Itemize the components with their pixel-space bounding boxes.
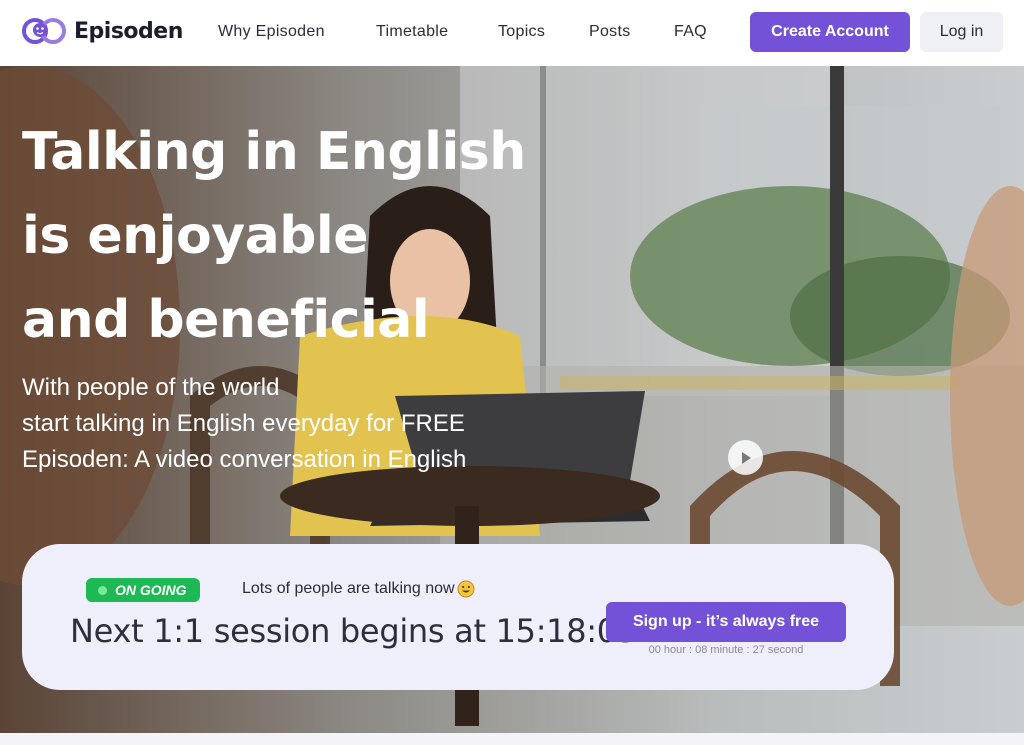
next-session-card: ON GOING Lots of people are talking now … — [22, 544, 894, 690]
nav-timetable[interactable]: Timetable — [376, 23, 448, 41]
status-badge: ON GOING — [86, 578, 200, 602]
smiling-face-icon — [457, 580, 475, 598]
hero-subtitle: With people of the world start talking i… — [22, 370, 466, 478]
brand-name: Episoden — [74, 18, 183, 44]
status-badge-label: ON GOING — [115, 582, 187, 598]
play-icon — [741, 451, 751, 464]
live-dot-icon — [98, 585, 107, 595]
hero-subtitle-line-3: Episoden: A video conversation in Englis… — [22, 446, 467, 473]
talking-now-text: Lots of people are talking now — [242, 580, 475, 598]
nav-faq[interactable]: FAQ — [674, 23, 707, 41]
hero-title-line-2: is enjoyable — [22, 206, 369, 266]
video-play-button[interactable] — [728, 440, 763, 475]
brand-logo[interactable]: Episoden — [22, 14, 183, 48]
page-bottom-strip — [0, 733, 1024, 745]
hero-title: Talking in English is enjoyable and bene… — [22, 110, 526, 362]
episoden-logo-icon — [22, 18, 66, 44]
next-session-time: Next 1:1 session begins at 15:18:05 — [70, 612, 637, 650]
hero-subtitle-line-1: With people of the world — [22, 374, 280, 401]
hero-subtitle-line-2: start talking in English everyday for FR… — [22, 410, 465, 437]
nav-posts[interactable]: Posts — [589, 23, 631, 41]
signup-button[interactable]: Sign up - it’s always free — [606, 602, 846, 642]
top-header: Episoden Why Episoden Timetable Topics P… — [0, 0, 1024, 66]
nav-why-episoden[interactable]: Why Episoden — [218, 23, 325, 41]
hero-title-line-3: and beneficial — [22, 290, 430, 350]
nav-topics[interactable]: Topics — [498, 23, 545, 41]
talking-now-label: Lots of people are talking now — [242, 580, 455, 597]
session-countdown: 00 hour : 08 minute : 27 second — [648, 644, 804, 656]
login-button[interactable]: Log in — [920, 12, 1003, 52]
create-account-button[interactable]: Create Account — [750, 12, 910, 52]
hero-title-line-1: Talking in English — [22, 122, 526, 182]
